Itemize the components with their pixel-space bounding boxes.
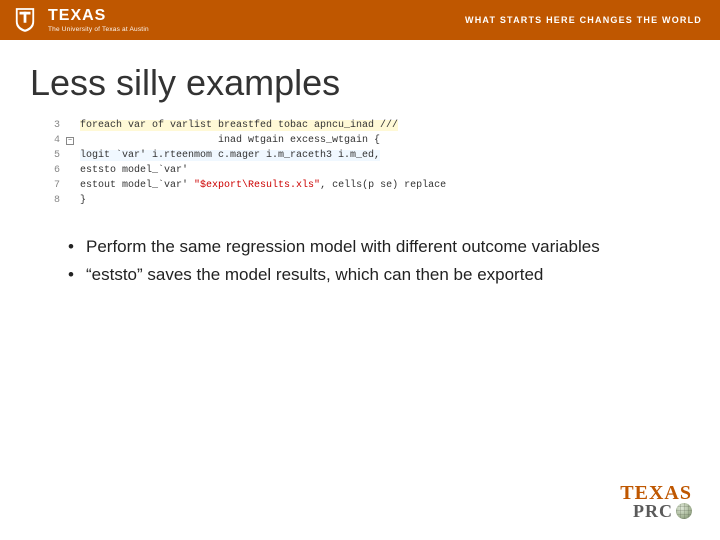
ut-wordmark-text: TEXAS bbox=[48, 8, 149, 24]
line-number: 7 bbox=[40, 178, 60, 193]
code-line: logit `var' i.rteenmom c.mager i.m_racet… bbox=[80, 150, 380, 161]
line-number: 6 bbox=[40, 163, 60, 178]
brand-header: TEXAS The University of Texas at Austin … bbox=[0, 0, 720, 40]
bullet-item: Perform the same regression model with d… bbox=[68, 236, 690, 258]
footer-logo-line2: PRC bbox=[620, 503, 692, 520]
ut-logo-block: TEXAS The University of Texas at Austin bbox=[0, 0, 149, 40]
code-line: } bbox=[80, 195, 86, 206]
code-line: foreach var of varlist breastfed tobac a… bbox=[80, 120, 398, 131]
code-line: estout model_`var' "$export\Results.xls"… bbox=[80, 180, 446, 191]
code-line: eststo model_`var' bbox=[80, 165, 188, 176]
bullet-item: “eststo” saves the model results, which … bbox=[68, 264, 690, 286]
line-number: 4 bbox=[40, 133, 60, 148]
code-lines: foreach var of varlist breastfed tobac a… bbox=[80, 118, 690, 208]
ut-subline: The University of Texas at Austin bbox=[48, 26, 149, 33]
fold-column: − bbox=[66, 118, 80, 208]
ut-shield-badge bbox=[0, 0, 46, 40]
ut-wordmark: TEXAS The University of Texas at Austin bbox=[46, 0, 149, 40]
globe-icon bbox=[676, 503, 692, 519]
line-number: 8 bbox=[40, 193, 60, 208]
shield-icon bbox=[14, 7, 36, 33]
header-tagline: WHAT STARTS HERE CHANGES THE WORLD bbox=[465, 15, 702, 25]
footer-logo: TEXAS PRC bbox=[620, 484, 692, 520]
code-line: inad wtgain excess_wtgain { bbox=[80, 135, 380, 146]
line-number: 5 bbox=[40, 148, 60, 163]
code-block: 3 4 5 6 7 8 − foreach var of varlist bre… bbox=[40, 118, 690, 208]
fold-minus-icon: − bbox=[66, 137, 74, 145]
bullet-list: Perform the same regression model with d… bbox=[30, 236, 690, 286]
slide-content: Less silly examples 3 4 5 6 7 8 − foreac… bbox=[0, 40, 720, 286]
line-number-gutter: 3 4 5 6 7 8 bbox=[40, 118, 66, 208]
slide-title: Less silly examples bbox=[30, 62, 690, 104]
line-number: 3 bbox=[40, 118, 60, 133]
